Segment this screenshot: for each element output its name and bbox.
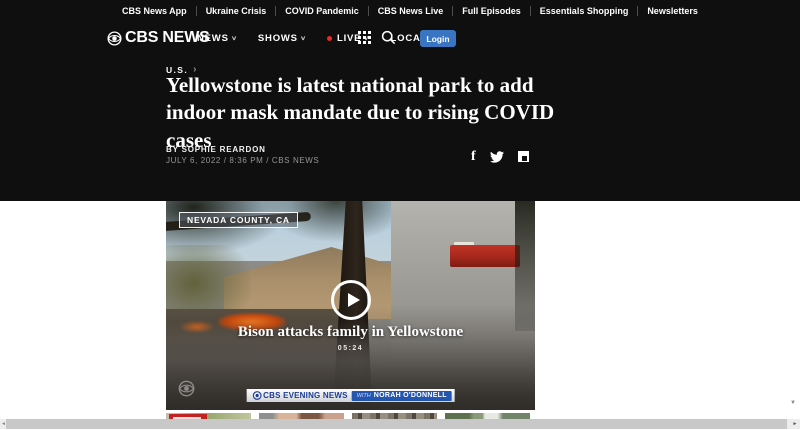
horizontal-scrollbar-thumb[interactable] xyxy=(6,419,787,429)
top-utility-bar: CBS News App Ukraine Crisis COVID Pandem… xyxy=(113,6,707,16)
cbs-eye-icon xyxy=(107,31,122,46)
headline-line-2: indoor mask mandate due to rising COVID xyxy=(166,99,596,126)
video-location-label: NEVADA COUNTY, CA xyxy=(179,212,298,228)
byline: BY SOPHIE REARDON xyxy=(166,145,266,154)
main-nav: NEWS ∨ SHOWS ∨ LIVE ∨ LOCAL ∨ xyxy=(197,33,435,44)
cbs-eye-watermark-icon xyxy=(178,380,195,397)
topbar-link-full-episodes[interactable]: Full Episodes xyxy=(452,6,530,16)
play-button[interactable] xyxy=(331,280,371,320)
flipboard-share-icon[interactable] xyxy=(518,151,529,162)
cbs-eye-icon-blue xyxy=(252,391,261,400)
dateline: JULY 6, 2022 / 8:36 PM / CBS NEWS xyxy=(166,156,319,165)
horizontal-scrollbar-right-arrow-icon[interactable]: ► xyxy=(790,419,800,429)
video-frame-fire-truck xyxy=(450,245,520,267)
topbar-link-ukraine-crisis[interactable]: Ukraine Crisis xyxy=(196,6,276,16)
banner-anchor-name: NORAH O'DONNELL xyxy=(374,392,447,399)
video-caption: Bison attacks family in Yellowstone xyxy=(166,324,535,341)
login-button[interactable]: Login xyxy=(420,30,456,47)
apps-grid-icon[interactable] xyxy=(358,31,371,44)
banner-with-label: WITH xyxy=(357,393,371,399)
topbar-link-essentials-shopping[interactable]: Essentials Shopping xyxy=(530,6,638,16)
banner-show-label: CBS EVENING NEWS xyxy=(252,391,348,400)
chevron-down-icon: ∨ xyxy=(300,35,307,42)
nav-item-news[interactable]: NEWS ∨ xyxy=(197,33,237,44)
live-red-dot-icon xyxy=(327,36,332,41)
article-header-dark-region: CBS News App Ukraine Crisis COVID Pandem… xyxy=(0,0,800,201)
banner-anchor-box: WITH NORAH O'DONNELL xyxy=(352,391,452,401)
page-title: Yellowstone is latest national park to a… xyxy=(166,72,596,154)
social-share-bar: f xyxy=(471,150,529,163)
video-player[interactable]: NEVADA COUNTY, CA Bison attacks family i… xyxy=(166,201,535,410)
vertical-scrollbar-down-arrow-icon[interactable]: ▼ xyxy=(788,398,798,408)
chevron-down-icon: ∨ xyxy=(231,35,238,42)
topbar-link-newsletters[interactable]: Newsletters xyxy=(637,6,707,16)
topbar-link-cbs-news-live[interactable]: CBS News Live xyxy=(368,6,453,16)
search-icon[interactable] xyxy=(381,30,396,45)
video-duration: 05:24 xyxy=(166,345,535,352)
twitter-share-icon[interactable] xyxy=(490,151,504,163)
horizontal-scrollbar-left-arrow-icon[interactable]: ◄ xyxy=(0,419,7,429)
topbar-link-cbs-news-app[interactable]: CBS News App xyxy=(113,6,196,16)
facebook-share-icon[interactable]: f xyxy=(471,150,476,163)
topbar-link-covid-pandemic[interactable]: COVID Pandemic xyxy=(275,6,368,16)
cbs-evening-news-banner: CBS EVENING NEWS WITH NORAH O'DONNELL xyxy=(246,389,455,402)
cbs-news-logo[interactable]: CBS NEWS xyxy=(107,29,210,47)
nav-item-shows[interactable]: SHOWS ∨ xyxy=(258,33,306,44)
headline-line-1: Yellowstone is latest national park to a… xyxy=(166,72,596,99)
